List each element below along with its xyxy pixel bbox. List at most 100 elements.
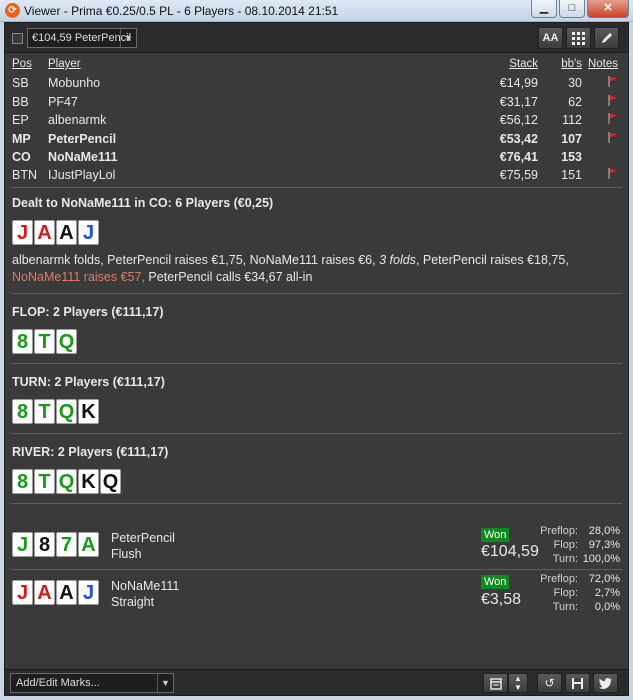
font-size-icon: AA — [542, 32, 559, 44]
col-header-player[interactable]: Player — [48, 58, 81, 70]
playing-card: 7 — [56, 532, 77, 557]
playing-card: T — [34, 329, 55, 354]
river-title: RIVER: 2 Players (€111,17) — [12, 445, 169, 459]
showdown-player: NoNaMe111 — [111, 579, 180, 593]
col-header-bbs[interactable]: bb's — [561, 58, 582, 70]
select-checkbox[interactable] — [12, 33, 23, 44]
players-table-header: Pos Player Stack bb's Notes — [11, 57, 622, 75]
action-text: albenarmk folds, PeterPencil raises €1,7… — [12, 253, 380, 267]
calendar-button[interactable] — [483, 673, 508, 693]
maximize-button[interactable]: □ — [559, 0, 585, 18]
showdown-cards: JAAJ — [12, 580, 99, 605]
note-flag-icon[interactable] — [608, 168, 618, 182]
divider — [11, 363, 622, 364]
player-pos: MP — [12, 131, 31, 146]
playing-card: Q — [56, 469, 77, 494]
equity-label: Preflop: — [540, 573, 578, 585]
hero-action: NoNaMe111 raises €57, — [12, 270, 145, 284]
playing-card: T — [34, 399, 55, 424]
note-flag-icon[interactable] — [608, 76, 618, 90]
hand-select-value: €104,59 PeterPencil — [32, 32, 132, 44]
col-header-notes[interactable]: Notes — [588, 58, 618, 70]
player-name: IJustPlayLol — [48, 168, 116, 183]
note-flag-icon[interactable] — [608, 131, 618, 146]
equity-value: 97,3% — [588, 539, 620, 551]
player-bbs: 30 — [568, 76, 582, 91]
playing-card: A — [78, 532, 99, 557]
chevron-down-icon: ▼ — [120, 29, 136, 47]
spinner-button[interactable]: ▲ ▼ — [508, 673, 528, 693]
equity-value: 2,7% — [594, 587, 620, 599]
river-cards: 8TQKQ — [12, 469, 121, 494]
playing-card: Q — [56, 329, 77, 354]
flop-title: FLOP: 2 Players (€111,17) — [12, 305, 164, 319]
note-flag-icon[interactable] — [608, 113, 618, 127]
player-row[interactable]: BB PF47 €31,17 62 — [11, 94, 622, 112]
player-row[interactable]: BTN IJustPlayLol €75,59 151 — [11, 167, 622, 185]
playing-card: J — [12, 220, 33, 245]
playing-card: A — [56, 580, 77, 605]
player-stack: €76,41 — [499, 149, 538, 164]
marks-select[interactable]: Add/Edit Marks... ▼ — [10, 673, 174, 693]
player-name: PeterPencil — [48, 131, 117, 146]
player-row[interactable]: SB Mobunho €14,99 30 — [11, 75, 622, 93]
action-text: PeterPencil calls €34,67 all-in — [144, 270, 313, 284]
playing-card: J — [78, 580, 99, 605]
refresh-button[interactable]: ↺ — [537, 673, 562, 693]
playing-card: Q — [56, 399, 77, 424]
player-bbs: 62 — [568, 94, 582, 109]
player-row[interactable]: CO NoNaMe111 €76,41 153 — [11, 149, 622, 167]
player-row[interactable]: EP albenarmk €56,12 112 — [11, 112, 622, 130]
refresh-icon: ↺ — [544, 676, 555, 690]
save-button[interactable] — [565, 673, 590, 693]
playing-card: 8 — [34, 532, 55, 557]
turn-cards: 8TQK — [12, 399, 99, 424]
divider — [11, 293, 622, 294]
close-button[interactable]: ✕ — [587, 0, 629, 18]
equity-label: Flop: — [553, 539, 578, 551]
minimize-button[interactable]: ▁ — [531, 0, 557, 18]
save-icon — [572, 678, 583, 689]
note-flag-icon[interactable] — [608, 94, 618, 109]
equity-value: 72,0% — [588, 573, 620, 585]
player-stack: €75,59 — [499, 168, 538, 183]
playing-card: 8 — [12, 329, 33, 354]
won-badge: Won — [481, 575, 510, 589]
equity-value: 100,0% — [582, 553, 620, 565]
equity-label: Turn: — [552, 601, 578, 613]
playing-card: K — [78, 469, 99, 494]
toolbar: €104,59 PeterPencil ▼ AA — [5, 23, 628, 53]
preflop-title: Dealt to NoNaMe111 in CO: 6 Players (€0,… — [12, 196, 274, 210]
window-titlebar: ⟳ Viewer - Prima €0.25/0.5 PL - 6 Player… — [0, 0, 633, 22]
twitter-button[interactable] — [593, 673, 618, 693]
window-controls: ▁ □ ✕ — [531, 0, 629, 18]
showdown-cards: J87A — [12, 532, 99, 557]
calendar-icon — [489, 678, 502, 690]
bottom-toolbar: Add/Edit Marks... ▼ ▲ ▼ ↺ — [5, 669, 628, 695]
player-pos: EP — [12, 113, 29, 128]
player-pos: BTN — [12, 168, 37, 183]
player-pos: BB — [12, 94, 29, 109]
player-pos: CO — [12, 149, 31, 164]
spinner-arrows-icon: ▲ ▼ — [514, 674, 522, 692]
grid-button[interactable] — [566, 27, 591, 49]
player-bbs: 153 — [561, 149, 582, 164]
preflop-actions: albenarmk folds, PeterPencil raises €1,7… — [12, 252, 612, 286]
action-text: , PeterPencil raises €18,75, — [415, 253, 569, 267]
divider — [11, 569, 622, 570]
playing-card: 8 — [12, 399, 33, 424]
edit-button[interactable] — [594, 27, 619, 49]
player-pos: SB — [12, 76, 29, 91]
playing-card: K — [78, 399, 99, 424]
player-stack: €31,17 — [499, 94, 538, 109]
edit-icon — [601, 33, 612, 43]
hand-select[interactable]: €104,59 PeterPencil ▼ — [27, 28, 137, 48]
close-icon: ✕ — [603, 2, 613, 14]
col-header-stack[interactable]: Stack — [509, 58, 538, 70]
player-bbs: 151 — [561, 168, 582, 183]
col-header-pos[interactable]: Pos — [12, 58, 32, 70]
font-size-button[interactable]: AA — [538, 27, 563, 49]
equity-value: 0,0% — [594, 601, 620, 613]
showdown-player: PeterPencil — [111, 531, 175, 545]
player-row[interactable]: MP PeterPencil €53,42 107 — [11, 131, 622, 149]
